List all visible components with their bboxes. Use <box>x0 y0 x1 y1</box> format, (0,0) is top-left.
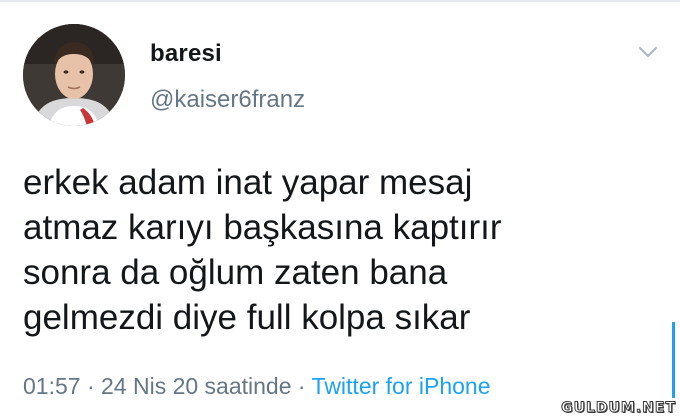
tweet-text-line: erkek adam inat yapar mesaj <box>23 163 473 202</box>
avatar-photo <box>23 24 125 126</box>
avatar[interactable] <box>23 24 125 126</box>
tweet-timestamp[interactable]: 01:57 · 24 Nis 20 saatinde · <box>23 373 306 399</box>
tweet-text-line: atmaz karıyı başkasına kaptırır <box>23 208 502 247</box>
user-handle[interactable]: @kaiser6franz <box>150 86 305 114</box>
chevron-down-icon[interactable] <box>636 40 660 64</box>
top-divider <box>0 0 680 2</box>
tweet-source-link[interactable]: Twitter for iPhone <box>312 373 491 399</box>
tweet-text: erkek adam inat yapar mesaj atmaz karıyı… <box>23 160 663 340</box>
scrollbar[interactable] <box>672 322 675 398</box>
tweet-text-line: sonra da oğlum zaten bana <box>23 253 448 292</box>
watermark: GULDUM.NET <box>561 400 676 417</box>
tweet-text-line: gelmezdi diye full kolpa sıkar <box>23 298 471 337</box>
tweet-meta: 01:57 · 24 Nis 20 saatinde · Twitter for… <box>23 373 491 400</box>
display-name[interactable]: baresi <box>150 40 222 68</box>
